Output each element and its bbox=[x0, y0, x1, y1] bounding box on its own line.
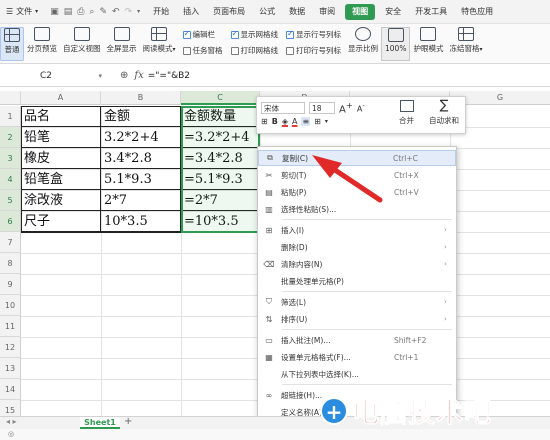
status-bar: ◎ bbox=[0, 429, 550, 440]
add-sheet-button[interactable]: + bbox=[124, 416, 132, 427]
sheet-tab-sheet1[interactable]: Sheet1 bbox=[80, 417, 120, 429]
watermark-logo-icon: + bbox=[320, 396, 348, 425]
watermark: + 电脑技术吧 bbox=[320, 391, 492, 430]
watermark-text: 电脑技术吧 bbox=[352, 398, 492, 430]
sheet-nav-icon[interactable]: ◂ ▸ bbox=[6, 417, 17, 426]
status-icon: ◎ bbox=[8, 430, 15, 438]
annotation-arrow bbox=[312, 155, 383, 203]
